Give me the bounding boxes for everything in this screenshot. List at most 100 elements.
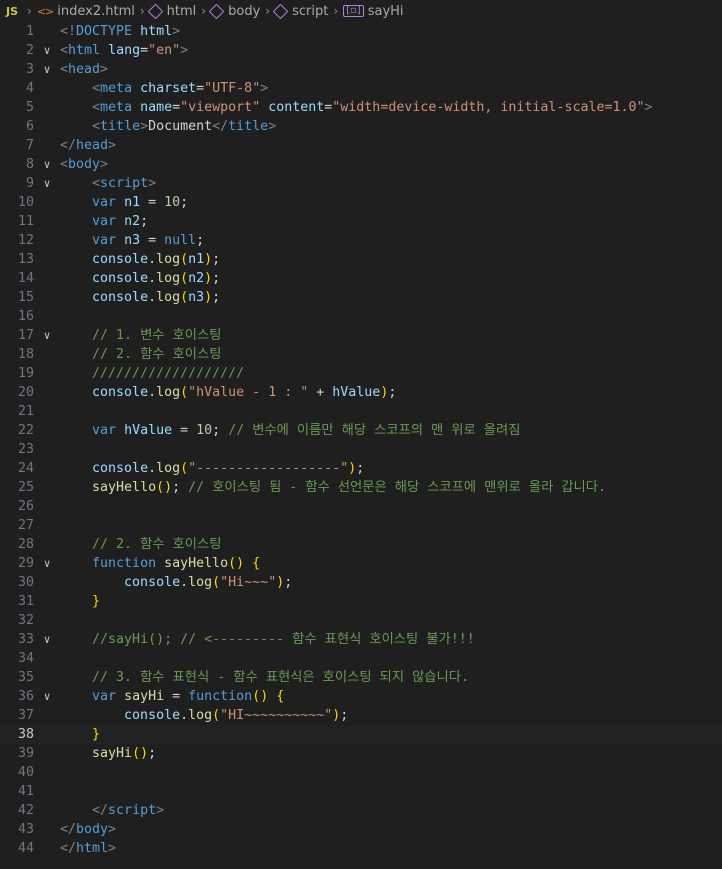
- code-line[interactable]: 10 var n1 = 10;: [0, 193, 722, 212]
- code-line[interactable]: 5 <meta name="viewport" content="width=d…: [0, 98, 722, 117]
- breadcrumb-item-html[interactable]: html: [147, 3, 196, 19]
- code-token: (: [180, 252, 189, 267]
- fold-gutter: [34, 440, 60, 459]
- code-line[interactable]: 8 ∨ <body>: [0, 155, 722, 174]
- code-line[interactable]: 15 console.log(n3);: [0, 288, 722, 307]
- code-token: lang: [108, 43, 141, 58]
- fold-chevron-icon[interactable]: ∨: [34, 326, 60, 345]
- code-token: >: [268, 119, 277, 134]
- code-line[interactable]: 26: [0, 497, 722, 516]
- code-token: </: [212, 119, 229, 134]
- code-line[interactable]: 28 // 2. 함수 호이스팅: [0, 535, 722, 554]
- breadcrumb-item-script[interactable]: script: [272, 3, 329, 19]
- code-line[interactable]: 34: [0, 649, 722, 668]
- line-number: 27: [17, 518, 34, 533]
- code-line[interactable]: 40: [0, 763, 722, 782]
- code-token: body: [76, 822, 109, 837]
- code-line[interactable]: 13 console.log(n1);: [0, 250, 722, 269]
- fold-gutter: [34, 269, 60, 288]
- code-token: <: [60, 43, 69, 58]
- code-token: var: [92, 423, 117, 438]
- code-line[interactable]: 41: [0, 782, 722, 801]
- html-file-icon: <>: [36, 4, 54, 18]
- code-line[interactable]: 21: [0, 402, 722, 421]
- code-line[interactable]: 44 </html>: [0, 839, 722, 858]
- fold-chevron-icon[interactable]: ∨: [34, 554, 60, 573]
- code-line[interactable]: 17 ∨ // 1. 변수 호이스팅: [0, 326, 722, 345]
- code-line[interactable]: 35 // 3. 함수 표현식 - 함수 표현식은 호이스팅 되지 않습니다.: [0, 668, 722, 687]
- code-token: var: [92, 689, 117, 704]
- code-token: 10: [196, 423, 213, 438]
- fold-chevron-icon[interactable]: ∨: [34, 687, 60, 706]
- code-content: console.log(n3);: [60, 288, 722, 307]
- line-number: 23: [17, 442, 34, 457]
- code-line[interactable]: 14 console.log(n2);: [0, 269, 722, 288]
- code-editor[interactable]: 1 <!DOCTYPE html> 2 ∨ <html lang="en"> 3 ∨ <hea…: [0, 22, 722, 858]
- code-line[interactable]: 32: [0, 611, 722, 630]
- breadcrumb-item-label: sayHi: [367, 3, 404, 19]
- code-token: (: [180, 290, 189, 305]
- code-line[interactable]: 27: [0, 516, 722, 535]
- code-token: (): [156, 480, 173, 495]
- line-number: 18: [17, 347, 34, 362]
- code-token: hValue: [332, 385, 381, 400]
- breadcrumb-item-body[interactable]: body: [208, 3, 260, 19]
- code-content: [60, 516, 722, 535]
- code-line[interactable]: 4 <meta charset="UTF-8">: [0, 79, 722, 98]
- fold-chevron-icon[interactable]: ∨: [34, 174, 60, 193]
- code-line[interactable]: 3 ∨ <head>: [0, 60, 722, 79]
- breadcrumb-item-sayhi[interactable]: [▫] sayHi: [343, 3, 404, 19]
- code-line[interactable]: 23: [0, 440, 722, 459]
- code-line[interactable]: 31 }: [0, 592, 722, 611]
- line-number: 13: [17, 252, 34, 267]
- fold-chevron-icon[interactable]: ∨: [34, 630, 60, 649]
- code-line[interactable]: 6 <title>Document</title>: [0, 117, 722, 136]
- code-line[interactable]: 1 <!DOCTYPE html>: [0, 22, 722, 41]
- code-line[interactable]: 38 }: [0, 725, 722, 744]
- code-line[interactable]: 18 // 2. 함수 호이스팅: [0, 345, 722, 364]
- line-number: 37: [17, 708, 34, 723]
- breadcrumb-item-label: script: [292, 3, 329, 19]
- code-line[interactable]: 30 console.log("Hi~~~");: [0, 573, 722, 592]
- code-token: ;: [212, 290, 221, 305]
- code-line[interactable]: 22 var hValue = 10; // 변수에 이름만 해당 스코프의 맨…: [0, 421, 722, 440]
- code-token: (): [228, 556, 245, 571]
- code-line[interactable]: 36 ∨ var sayHi = function() {: [0, 687, 722, 706]
- fold-chevron-icon[interactable]: ∨: [34, 41, 60, 60]
- fold-chevron-icon[interactable]: ∨: [34, 155, 60, 174]
- code-token: </: [60, 841, 77, 856]
- code-line[interactable]: 24 console.log("------------------");: [0, 459, 722, 478]
- fold-chevron-icon[interactable]: ∨: [34, 60, 60, 79]
- code-line[interactable]: 33 ∨ //sayHi(); // <--------- 함수 표현식 호이스팅…: [0, 630, 722, 649]
- code-line[interactable]: 42 </script>: [0, 801, 722, 820]
- code-content: <body>: [60, 155, 722, 174]
- code-line[interactable]: 7 </head>: [0, 136, 722, 155]
- code-line[interactable]: 37 console.log("HI~~~~~~~~~~");: [0, 706, 722, 725]
- code-line[interactable]: 2 ∨ <html lang="en">: [0, 41, 722, 60]
- code-content: </body>: [60, 820, 722, 839]
- chevron-right-icon: ›: [201, 4, 207, 18]
- line-number: 40: [17, 765, 34, 780]
- code-content: var n2;: [60, 212, 722, 231]
- code-line[interactable]: 16: [0, 307, 722, 326]
- code-line[interactable]: 12 var n3 = null;: [0, 231, 722, 250]
- code-token: ;: [212, 252, 221, 267]
- code-line[interactable]: 39 sayHi();: [0, 744, 722, 763]
- code-line[interactable]: 20 console.log("hValue - 1 : " + hValue)…: [0, 383, 722, 402]
- code-line[interactable]: 29 ∨ function sayHello() {: [0, 554, 722, 573]
- code-content: console.log(n2);: [60, 269, 722, 288]
- line-number: 17: [17, 328, 34, 343]
- breadcrumb-file[interactable]: <> index2.html: [37, 4, 135, 19]
- code-line[interactable]: 25 sayHello(); // 호이스팅 됨 - 함수 선언문은 해당 스코…: [0, 478, 722, 497]
- code-token: =: [172, 423, 197, 438]
- code-line[interactable]: 9 ∨ <script>: [0, 174, 722, 193]
- code-line[interactable]: 43 </body>: [0, 820, 722, 839]
- code-line[interactable]: 11 var n2;: [0, 212, 722, 231]
- fold-gutter: [34, 820, 60, 839]
- code-line[interactable]: 19 ///////////////////: [0, 364, 722, 383]
